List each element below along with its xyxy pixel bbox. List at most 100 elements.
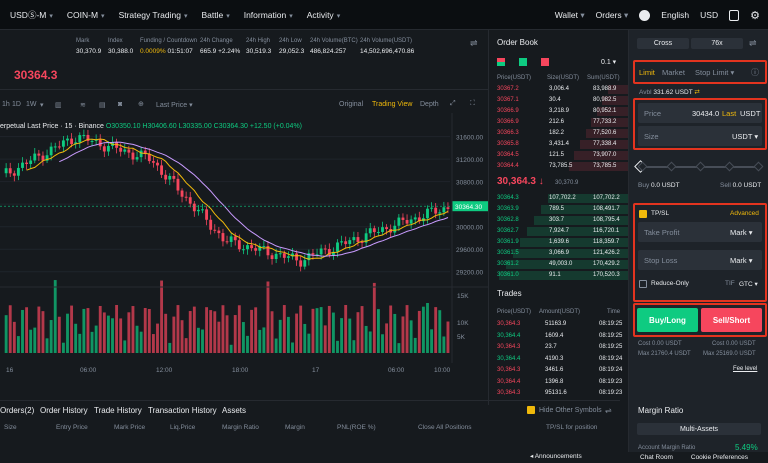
bid-row[interactable]: 30361.2 49,003.0 170,429.2 xyxy=(489,259,629,270)
book-bids-icon[interactable] xyxy=(519,58,527,66)
candle xyxy=(147,153,151,162)
tab-trade-history[interactable]: Trade History xyxy=(94,406,142,415)
ask-row[interactable]: 30364.4 73,785.5 73,785.5 xyxy=(489,161,629,172)
ask-row[interactable]: 30367.2 3,006.4 83,988.9 xyxy=(489,84,629,95)
bid-row[interactable]: 30364.3 107,702.2 107,702.2 xyxy=(489,193,629,204)
take-profit-trigger-select[interactable]: Mark ▾ xyxy=(730,228,753,237)
price-chart[interactable]: erpetual Last Price · 15 · Binance O3035… xyxy=(0,113,488,383)
ask-row[interactable]: 30366.9 3,218.9 80,952.1 xyxy=(489,106,629,117)
announcements[interactable]: ◂ Announcements xyxy=(530,452,628,463)
bid-row[interactable]: 30361.9 1,639.6 118,359.7 xyxy=(489,237,629,248)
wallet-menu[interactable]: Wallet ▾ xyxy=(555,10,585,21)
expand-icon[interactable]: ⤢ xyxy=(450,100,456,108)
nav-battle[interactable]: Battle ▾ xyxy=(201,10,229,20)
stop-loss-trigger-select[interactable]: Mark ▾ xyxy=(730,256,753,265)
volume-bar xyxy=(33,327,37,353)
order-type-stop-limit[interactable]: Stop Limit ▾ xyxy=(695,68,734,77)
candle xyxy=(336,242,339,252)
info-icon[interactable]: ⓘ xyxy=(751,67,759,78)
tab-orders[interactable]: Orders(2) xyxy=(0,406,34,415)
ask-row[interactable]: 30366.3 182.2 77,520.6 xyxy=(489,128,629,139)
language-selector[interactable]: English xyxy=(661,10,689,20)
nav-coinm[interactable]: COIN-M ▾ xyxy=(67,10,105,20)
candle-type-icon[interactable]: ▥ xyxy=(55,101,62,109)
view-original[interactable]: Original xyxy=(339,101,363,108)
cookie-preferences-link[interactable]: Cookie Preferences xyxy=(691,454,748,461)
slider-tick[interactable] xyxy=(724,161,735,172)
gear-icon[interactable]: ⚙ xyxy=(750,9,760,22)
chevron-down-icon[interactable]: ▾ xyxy=(40,101,44,109)
volume-tick-label: 15K xyxy=(457,293,469,300)
order-type-market[interactable]: Market xyxy=(662,68,685,77)
tif-select[interactable]: GTC ▾ xyxy=(739,280,758,288)
multi-assets-button[interactable]: Multi-Assets xyxy=(637,423,761,435)
price-last-button[interactable]: Last xyxy=(722,109,736,118)
order-type-limit[interactable]: Limit xyxy=(639,68,655,77)
view-trading-view[interactable]: Trading View xyxy=(372,101,412,108)
bars-icon[interactable]: ▤ xyxy=(99,101,106,109)
tpsl-checkbox[interactable] xyxy=(639,210,647,218)
bid-row[interactable]: 30361.0 91.1 170,520.3 xyxy=(489,270,629,281)
col-mark-price: Mark Price xyxy=(114,424,146,431)
view-depth[interactable]: Depth xyxy=(420,101,439,108)
bid-row[interactable]: 30363.9 789.5 108,491.7 xyxy=(489,204,629,215)
indicators-icon[interactable]: ≋ xyxy=(80,101,86,109)
download-icon[interactable] xyxy=(729,9,740,21)
nav-information[interactable]: Information ▾ xyxy=(244,10,293,20)
bid-sum: 108,491.7 xyxy=(593,206,620,212)
ask-row[interactable]: 30365.8 3,431.4 77,338.4 xyxy=(489,139,629,150)
bid-row[interactable]: 30361.5 3,066.9 121,426.2 xyxy=(489,248,629,259)
size-unit-select[interactable]: USDT ▾ xyxy=(732,132,758,141)
take-profit-input[interactable]: Take Profit Mark ▾ xyxy=(638,222,762,242)
stop-loss-input[interactable]: Stop Loss Mark ▾ xyxy=(638,250,762,270)
nav-activity[interactable]: Activity ▾ xyxy=(307,10,340,20)
price-type-select[interactable]: Last Price ▾ xyxy=(156,101,193,109)
candle xyxy=(33,153,37,161)
user-icon[interactable] xyxy=(639,9,651,21)
reduce-only-checkbox[interactable] xyxy=(639,280,647,288)
tab-assets[interactable]: Assets xyxy=(222,406,246,415)
tab-transaction-history[interactable]: Transaction History xyxy=(148,406,217,415)
nav-usdm[interactable]: USDⓈ-M ▾ xyxy=(10,9,53,21)
price-input[interactable]: Price 30434.0 Last USDT xyxy=(638,103,762,123)
bottom-settings-icon[interactable]: ⇌ xyxy=(605,406,612,415)
nav-strategy-trading[interactable]: Strategy Trading ▾ xyxy=(119,10,188,20)
ask-row[interactable]: 30364.5 121.5 73,907.0 xyxy=(489,150,629,161)
price-tick-label: 29600.00 xyxy=(456,247,483,254)
transfer-icon[interactable]: ⇄ xyxy=(694,89,699,96)
interval-15m[interactable]: 1h xyxy=(2,101,10,108)
vol-usdt-cell: 24h Volume(USDT) 14,502,696,470.86 xyxy=(360,38,414,55)
buy-long-button[interactable]: Buy/Long xyxy=(637,308,698,332)
layout-settings-icon[interactable]: ⇌ xyxy=(470,38,478,49)
ask-row[interactable]: 30366.9 212.6 77,733.2 xyxy=(489,117,629,128)
interval-1w[interactable]: 1W xyxy=(26,101,37,108)
ask-row[interactable]: 30367.1 30.4 80,982.5 xyxy=(489,95,629,106)
book-asks-icon[interactable] xyxy=(541,58,549,66)
bid-row[interactable]: 30362.8 303.7 108,795.4 xyxy=(489,215,629,226)
interval-1d[interactable]: 1D xyxy=(12,101,21,108)
fullscreen-icon[interactable]: ⛶ xyxy=(470,100,475,108)
leverage-button[interactable]: 76x xyxy=(691,38,743,49)
precision-select[interactable]: 0.1 ▾ xyxy=(601,58,616,66)
tab-order-history[interactable]: Order History xyxy=(40,406,88,415)
close-all-positions[interactable]: Close All Positions xyxy=(418,424,471,431)
hide-other-checkbox[interactable] xyxy=(527,406,535,414)
fee-level-link[interactable]: Fee level xyxy=(733,366,757,372)
sell-short-button[interactable]: Sell/Short xyxy=(701,308,762,332)
margin-mode-button[interactable]: Cross xyxy=(637,38,689,49)
currency-selector[interactable]: USD xyxy=(700,10,718,20)
bid-row[interactable]: 30362.7 7,924.7 116,720.1 xyxy=(489,226,629,237)
orders-menu[interactable]: Orders ▾ xyxy=(596,10,629,21)
panel-settings-icon[interactable]: ⇌ xyxy=(749,38,757,49)
add-icon[interactable]: ⊕ xyxy=(138,100,144,108)
chat-room-link[interactable]: Chat Room xyxy=(640,454,673,461)
volume-bar xyxy=(393,313,397,353)
camera-icon[interactable]: ◙ xyxy=(118,101,122,108)
slider-tick[interactable] xyxy=(753,161,764,172)
bid-price: 30361.0 xyxy=(497,272,519,278)
size-input[interactable]: Size USDT ▾ xyxy=(638,126,762,146)
book-both-icon[interactable] xyxy=(497,58,505,66)
tpsl-advanced[interactable]: Advanced xyxy=(730,210,759,217)
slider-tick[interactable] xyxy=(695,161,706,172)
slider-tick[interactable] xyxy=(666,161,677,172)
